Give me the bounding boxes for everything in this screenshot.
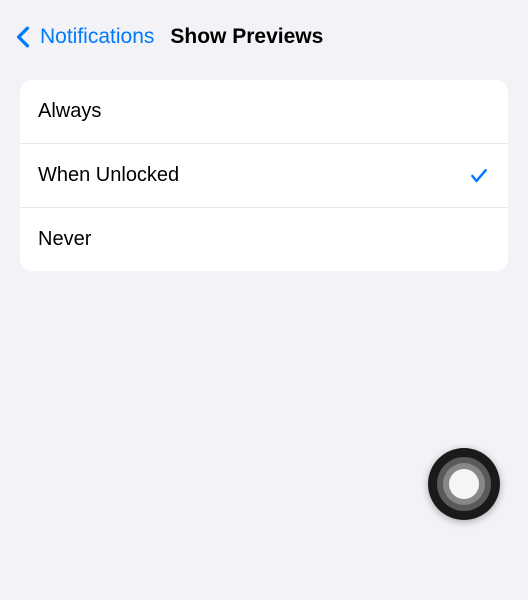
option-when-unlocked[interactable]: When Unlocked — [20, 144, 508, 208]
option-label: Always — [38, 100, 101, 123]
assistive-touch-ring — [443, 463, 485, 505]
back-chevron-icon[interactable] — [14, 24, 32, 50]
option-always[interactable]: Always — [20, 80, 508, 144]
assistive-touch-center — [449, 469, 479, 499]
option-label: Never — [38, 228, 91, 251]
assistive-touch-ring — [437, 457, 491, 511]
page-title: Show Previews — [170, 25, 323, 49]
option-label: When Unlocked — [38, 164, 179, 187]
checkmark-icon — [468, 165, 490, 187]
assistive-touch-button[interactable] — [428, 448, 500, 520]
back-button-label[interactable]: Notifications — [40, 25, 154, 49]
options-list: Always When Unlocked Never — [20, 80, 508, 271]
nav-bar: Notifications Show Previews — [0, 0, 528, 70]
option-never[interactable]: Never — [20, 208, 508, 271]
